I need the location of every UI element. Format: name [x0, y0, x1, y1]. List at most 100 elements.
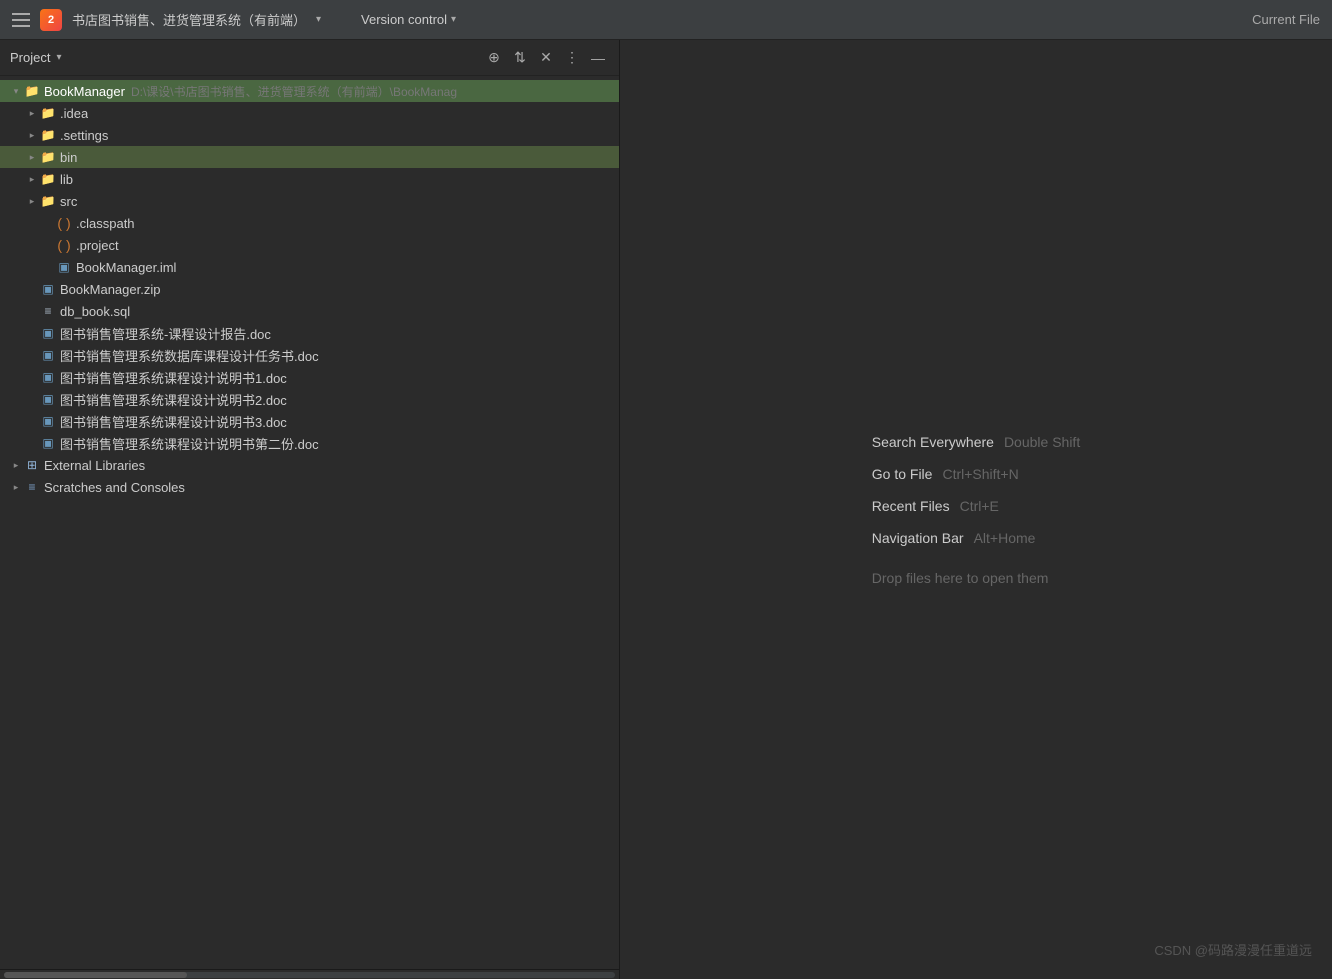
root-label: BookManager	[44, 84, 125, 99]
current-file-label: Current File	[1252, 12, 1320, 27]
idea-label: .idea	[60, 106, 88, 121]
doc3-icon: ▣	[40, 369, 56, 385]
hint-goto: Go to File Ctrl+Shift+N	[872, 466, 1019, 482]
vcs-button[interactable]: Version control ▾	[361, 12, 456, 27]
hint-search-action: Search Everywhere	[872, 434, 994, 450]
zip-icon: ▣	[40, 281, 56, 297]
doc5-icon: ▣	[40, 413, 56, 429]
tree-item-doc3[interactable]: ▣ 图书销售管理系统课程设计说明书1.doc	[0, 366, 619, 388]
doc3-label: 图书销售管理系统课程设计说明书1.doc	[60, 368, 287, 387]
sql-icon: ≡	[40, 303, 56, 319]
tree-item-project-file[interactable]: ( ) .project	[0, 234, 619, 256]
tree-item-sql[interactable]: ≡ db_book.sql	[0, 300, 619, 322]
doc5-label: 图书销售管理系统课程设计说明书3.doc	[60, 412, 287, 431]
sidebar-title-dropdown[interactable]: ▾	[56, 52, 61, 63]
scrollbar-track	[4, 972, 615, 978]
sidebar-header: Project ▾ ⊕ ⇅ ✕ ⋮ —	[0, 40, 619, 76]
sidebar-actions: ⊕ ⇅ ✕ ⋮ —	[483, 47, 609, 69]
scratches-label: Scratches and Consoles	[44, 480, 185, 495]
tree-item-idea[interactable]: 📁 .idea	[0, 102, 619, 124]
bin-label: bin	[60, 150, 77, 165]
classpath-icon: ( )	[56, 215, 72, 231]
sidebar: Project ▾ ⊕ ⇅ ✕ ⋮ — 📁 BookManager D:\课设\…	[0, 40, 620, 979]
doc4-icon: ▣	[40, 391, 56, 407]
hint-search-shortcut: Double Shift	[1004, 434, 1080, 450]
tree-item-doc6[interactable]: ▣ 图书销售管理系统课程设计说明书第二份.doc	[0, 432, 619, 454]
root-folder-icon: 📁	[24, 83, 40, 99]
sql-label: db_book.sql	[60, 304, 130, 319]
project-file-label: .project	[76, 238, 119, 253]
bin-folder-icon: 📁	[40, 149, 56, 165]
tree-item-scratches[interactable]: ≡ Scratches and Consoles	[0, 476, 619, 498]
file-tree: 📁 BookManager D:\课设\书店图书销售、进货管理系统（有前端）\B…	[0, 76, 619, 969]
hint-recent-action: Recent Files	[872, 498, 950, 514]
project-dropdown-icon[interactable]: ▾	[316, 14, 321, 25]
locate-button[interactable]: ⊕	[483, 47, 505, 69]
settings-folder-icon: 📁	[40, 127, 56, 143]
root-path: D:\课设\书店图书销售、进货管理系统（有前端）\BookManag	[131, 83, 457, 100]
watermark: CSDN @码路漫漫任重道远	[1154, 940, 1312, 959]
hint-navbar: Navigation Bar Alt+Home	[872, 530, 1036, 546]
hint-navbar-shortcut: Alt+Home	[974, 530, 1036, 546]
hint-goto-action: Go to File	[872, 466, 933, 482]
lib-arrow	[24, 171, 40, 187]
scratches-icon: ≡	[24, 479, 40, 495]
tree-item-classpath[interactable]: ( ) .classpath	[0, 212, 619, 234]
src-label: src	[60, 194, 77, 209]
scrollbar-thumb	[4, 972, 187, 978]
collapse-button[interactable]: ⇅	[509, 47, 531, 69]
tree-item-doc1[interactable]: ▣ 图书销售管理系统-课程设计报告.doc	[0, 322, 619, 344]
vcs-dropdown-icon: ▾	[451, 14, 456, 25]
hints-container: Search Everywhere Double Shift Go to Fil…	[872, 434, 1080, 586]
ext-lib-arrow	[8, 457, 24, 473]
doc6-label: 图书销售管理系统课程设计说明书第二份.doc	[60, 434, 319, 453]
project-name: 书店图书销售、进货管理系统（有前端）	[72, 10, 306, 29]
bin-arrow	[24, 149, 40, 165]
tree-item-doc5[interactable]: ▣ 图书销售管理系统课程设计说明书3.doc	[0, 410, 619, 432]
sidebar-title: Project	[10, 50, 50, 65]
minimize-button[interactable]: —	[587, 47, 609, 69]
hint-goto-shortcut: Ctrl+Shift+N	[942, 466, 1018, 482]
hint-search: Search Everywhere Double Shift	[872, 434, 1080, 450]
tree-item-zip[interactable]: ▣ BookManager.zip	[0, 278, 619, 300]
scratches-arrow	[8, 479, 24, 495]
vcs-label: Version control	[361, 12, 447, 27]
tree-item-settings[interactable]: 📁 .settings	[0, 124, 619, 146]
titlebar: 2 书店图书销售、进货管理系统（有前端） ▾ Version control ▾…	[0, 0, 1332, 40]
project-file-icon: ( )	[56, 237, 72, 253]
zip-label: BookManager.zip	[60, 282, 160, 297]
close-button[interactable]: ✕	[535, 47, 557, 69]
tree-item-ext-lib[interactable]: ⊞ External Libraries	[0, 454, 619, 476]
doc1-label: 图书销售管理系统-课程设计报告.doc	[60, 324, 271, 343]
horizontal-scrollbar[interactable]	[0, 969, 619, 979]
settings-arrow	[24, 127, 40, 143]
classpath-label: .classpath	[76, 216, 135, 231]
content-area: Search Everywhere Double Shift Go to Fil…	[620, 40, 1332, 979]
idea-arrow	[24, 105, 40, 121]
doc2-label: 图书销售管理系统数据库课程设计任务书.doc	[60, 346, 319, 365]
settings-label: .settings	[60, 128, 108, 143]
hint-navbar-action: Navigation Bar	[872, 530, 964, 546]
tree-item-doc2[interactable]: ▣ 图书销售管理系统数据库课程设计任务书.doc	[0, 344, 619, 366]
src-folder-icon: 📁	[40, 193, 56, 209]
menu-icon[interactable]	[12, 13, 30, 27]
main-layout: Project ▾ ⊕ ⇅ ✕ ⋮ — 📁 BookManager D:\课设\…	[0, 40, 1332, 979]
tree-item-lib[interactable]: 📁 lib	[0, 168, 619, 190]
lib-label: lib	[60, 172, 73, 187]
hint-recent-shortcut: Ctrl+E	[960, 498, 999, 514]
doc1-icon: ▣	[40, 325, 56, 341]
tree-item-bin[interactable]: 📁 bin	[0, 146, 619, 168]
tree-root[interactable]: 📁 BookManager D:\课设\书店图书销售、进货管理系统（有前端）\B…	[0, 80, 619, 102]
tree-item-doc4[interactable]: ▣ 图书销售管理系统课程设计说明书2.doc	[0, 388, 619, 410]
tree-item-src[interactable]: 📁 src	[0, 190, 619, 212]
idea-folder-icon: 📁	[40, 105, 56, 121]
tree-item-iml[interactable]: ▣ BookManager.iml	[0, 256, 619, 278]
doc4-label: 图书销售管理系统课程设计说明书2.doc	[60, 390, 287, 409]
iml-label: BookManager.iml	[76, 260, 176, 275]
ext-lib-icon: ⊞	[24, 457, 40, 473]
app-logo: 2	[40, 9, 62, 31]
drop-hint: Drop files here to open them	[872, 570, 1049, 586]
doc6-icon: ▣	[40, 435, 56, 451]
more-button[interactable]: ⋮	[561, 47, 583, 69]
root-arrow	[8, 83, 24, 99]
